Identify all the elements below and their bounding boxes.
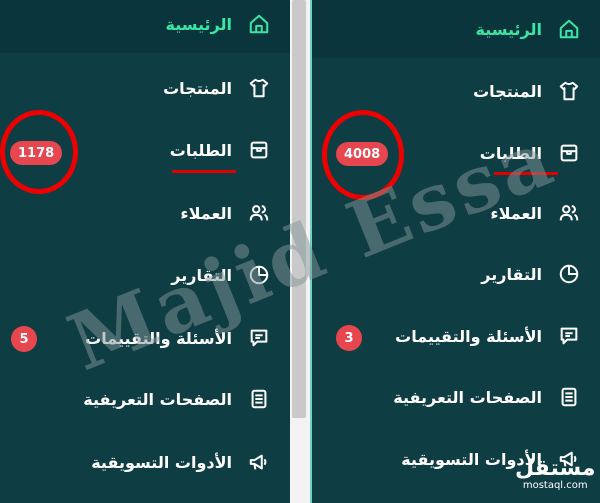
sidebar-item-label: الأسئلة والتقييمات <box>85 328 232 348</box>
sidebar-item-label: المنتجات <box>473 81 542 101</box>
document-icon <box>246 386 272 412</box>
sidebar-item-label: التقارير <box>171 265 232 285</box>
sidebar-item-label: التقارير <box>481 264 542 284</box>
questions-count-badge: 3 <box>336 325 362 351</box>
users-icon <box>246 200 272 226</box>
sidebar-item-marketing-tools[interactable]: الأدوات التسويقية <box>0 433 290 491</box>
brand-logo: مستقل mostaql.com <box>515 458 595 492</box>
message-icon <box>556 323 582 349</box>
home-icon <box>246 11 272 37</box>
sidebar-left: الرئيسية المنتجات الطلبات العملاء التقار… <box>0 0 290 503</box>
sidebar-item-questions-reviews[interactable]: الأسئلة والتقييمات <box>0 309 290 367</box>
sidebar-item-pages[interactable]: الصفحات التعريفية <box>312 368 600 426</box>
sidebar-item-reports[interactable]: التقارير <box>0 246 290 304</box>
annotation-circle <box>0 110 78 194</box>
pie-chart-icon <box>246 262 272 288</box>
sidebar-item-products[interactable]: المنتجات <box>0 59 290 117</box>
sidebar-item-label: الصفحات التعريفية <box>393 387 542 407</box>
sidebar-item-home[interactable]: الرئيسية <box>0 0 290 53</box>
sidebar-right: الرئيسية المنتجات الطلبات العملاء التقار… <box>310 0 600 503</box>
home-icon <box>556 16 582 42</box>
message-icon <box>246 325 272 351</box>
sidebar-item-pages[interactable]: الصفحات التعريفية <box>0 370 290 428</box>
sidebar-item-label: الأدوات التسويقية <box>91 452 232 472</box>
scrollbar-thumb[interactable] <box>292 0 306 418</box>
sidebar-item-label: الرئيسية <box>475 19 543 39</box>
annotation-underline <box>494 172 558 175</box>
box-icon <box>246 137 272 163</box>
pie-chart-icon <box>556 261 582 287</box>
sidebar-item-label: المنتجات <box>163 78 232 98</box>
annotation-circle <box>322 110 404 200</box>
sidebar-item-label: الطلبات <box>169 140 232 160</box>
sidebar-item-label: الصفحات التعريفية <box>83 389 232 409</box>
document-icon <box>556 384 582 410</box>
sidebar-item-reports[interactable]: التقارير <box>312 245 600 303</box>
sidebar-item-label: الأسئلة والتقييمات <box>395 326 542 346</box>
box-icon <box>556 140 582 166</box>
users-icon <box>556 200 582 226</box>
sidebar-item-home[interactable]: الرئيسية <box>312 0 600 58</box>
tshirt-icon <box>246 75 272 101</box>
brand-latin: mostaql.com <box>522 480 588 491</box>
sidebar-item-label: الرئيسية <box>165 14 233 34</box>
sidebar-item-label: الطلبات <box>479 143 542 163</box>
brand-arabic: مستقل <box>515 456 596 481</box>
megaphone-icon <box>246 449 272 475</box>
questions-count-badge: 5 <box>11 326 37 352</box>
sidebar-item-label: العملاء <box>490 203 542 223</box>
sidebar-item-label: العملاء <box>180 203 232 223</box>
tshirt-icon <box>556 78 582 104</box>
annotation-underline <box>172 170 236 173</box>
